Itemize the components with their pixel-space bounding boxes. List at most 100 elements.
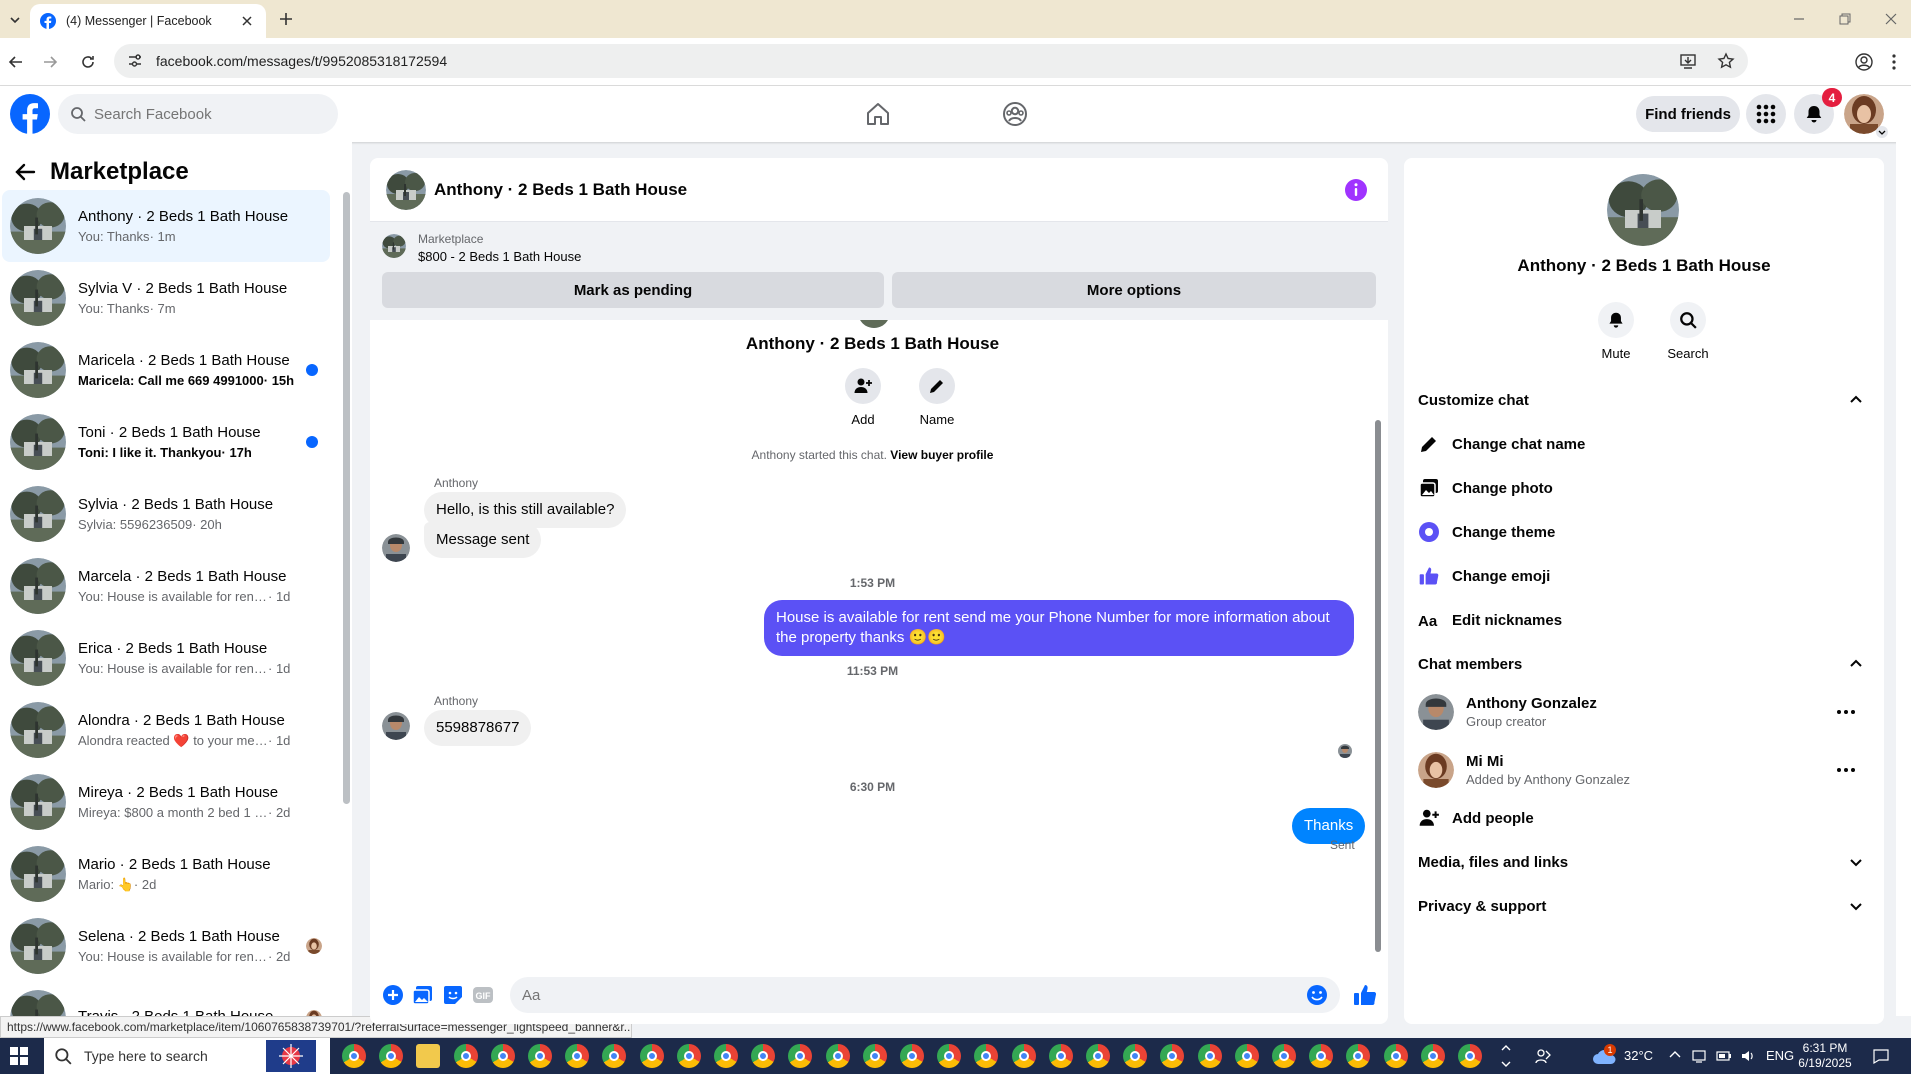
more-horizontal-icon[interactable] <box>1836 702 1856 722</box>
tab-search-chevron-icon[interactable] <box>2 8 28 32</box>
notification-center-icon[interactable] <box>1872 1047 1890 1065</box>
find-friends-button[interactable]: Find friends <box>1636 96 1740 132</box>
new-tab-plus-icon[interactable] <box>276 9 296 29</box>
info-icon[interactable] <box>1344 178 1368 202</box>
change-photo-item[interactable]: Change photo <box>1418 468 1870 508</box>
tray-chevron-up-icon[interactable] <box>1668 1048 1682 1062</box>
chrome-window-icon[interactable] <box>379 1044 404 1068</box>
view-buyer-profile-link[interactable]: View buyer profile <box>890 448 993 462</box>
chrome-window-icon[interactable] <box>1458 1044 1482 1068</box>
chrome-window-icon[interactable] <box>900 1044 924 1068</box>
back-arrow-icon[interactable] <box>12 159 38 185</box>
window-restore-icon[interactable] <box>1836 10 1854 28</box>
install-app-icon[interactable] <box>1678 51 1698 71</box>
bookmark-star-icon[interactable] <box>1716 51 1736 71</box>
name-action[interactable]: Name <box>907 368 967 427</box>
member-row[interactable]: Anthony Gonzalez Group creator <box>1418 684 1870 740</box>
search-highlight-icon[interactable] <box>266 1040 316 1072</box>
add-people-item[interactable]: Add people <box>1418 798 1870 838</box>
change-theme-item[interactable]: Change theme <box>1418 512 1870 552</box>
conversation-item[interactable]: Travis · 2 Beds 1 Bath House <box>2 982 330 1016</box>
chrome-window-icon[interactable] <box>1234 1044 1259 1068</box>
forward-arrow-icon[interactable] <box>40 52 60 72</box>
listing-thumbnail[interactable] <box>382 234 406 258</box>
facebook-search-box[interactable] <box>58 94 338 134</box>
facebook-search-input[interactable] <box>94 105 314 123</box>
customize-chat-section[interactable]: Customize chat <box>1418 380 1870 420</box>
change-chat-name-item[interactable]: Change chat name <box>1418 424 1870 464</box>
plus-circle-icon[interactable] <box>381 983 405 1007</box>
conversation-item[interactable]: Anthony · 2 Beds 1 Bath House You: Thanks… <box>2 190 330 262</box>
thumbs-up-icon[interactable] <box>1352 982 1378 1008</box>
network-icon[interactable] <box>1692 1048 1708 1064</box>
change-emoji-item[interactable]: Change emoji <box>1418 556 1870 596</box>
tab-close-icon[interactable] <box>238 12 256 30</box>
privacy-support-section[interactable]: Privacy & support <box>1418 886 1870 926</box>
taskbar-clock[interactable]: 6:31 PM 6/19/2025 <box>1790 1041 1860 1071</box>
message-bubble-outgoing[interactable]: House is available for rent send me your… <box>764 600 1354 656</box>
volume-icon[interactable] <box>1740 1048 1756 1064</box>
file-explorer-icon[interactable] <box>416 1044 441 1068</box>
conversation-item[interactable]: Mireya · 2 Beds 1 Bath House Mireya: $800… <box>2 766 330 838</box>
message-bubble-incoming[interactable]: Message sent <box>424 522 542 558</box>
message-bubble-incoming[interactable]: 5598878677 <box>424 710 532 746</box>
chat-avatar[interactable] <box>386 170 426 210</box>
site-settings-icon[interactable] <box>126 52 144 70</box>
browser-menu-icon[interactable] <box>1884 52 1904 72</box>
chrome-window-icon[interactable] <box>565 1044 590 1068</box>
chrome-window-icon[interactable] <box>714 1044 738 1068</box>
chrome-window-icon[interactable] <box>1309 1044 1334 1068</box>
windows-start-icon[interactable] <box>10 1047 28 1065</box>
left-scrollbar[interactable] <box>343 192 350 804</box>
chrome-window-icon[interactable] <box>676 1044 701 1068</box>
conversation-item[interactable]: Maricela · 2 Beds 1 Bath House Maricela: … <box>2 334 330 406</box>
back-arrow-icon[interactable] <box>6 52 26 72</box>
conversation-item[interactable]: Toni · 2 Beds 1 Bath House Toni: I like i… <box>2 406 330 478</box>
chrome-window-icon[interactable] <box>862 1044 887 1068</box>
chrome-window-icon[interactable] <box>639 1044 664 1068</box>
chrome-window-icon[interactable] <box>974 1044 999 1068</box>
chrome-window-icon[interactable] <box>453 1044 478 1068</box>
message-input-box[interactable] <box>510 977 1340 1013</box>
menu-button[interactable] <box>1746 94 1786 134</box>
chrome-window-icon[interactable] <box>937 1044 962 1068</box>
chrome-window-icon[interactable] <box>1086 1044 1110 1068</box>
chrome-window-icon[interactable] <box>528 1044 552 1068</box>
conversation-item[interactable]: Sylvia V · 2 Beds 1 Bath House You: Thank… <box>2 262 330 334</box>
conversation-item[interactable]: Selena · 2 Beds 1 Bath House You: House i… <box>2 910 330 982</box>
conversation-item[interactable]: Marcela · 2 Beds 1 Bath House You: House … <box>2 550 330 622</box>
chat-scrollbar[interactable] <box>1375 420 1381 952</box>
groups-icon[interactable] <box>1001 100 1029 128</box>
chrome-window-icon[interactable] <box>490 1044 515 1068</box>
emoji-icon[interactable] <box>1306 984 1328 1006</box>
mark-as-pending-button[interactable]: Mark as pending <box>382 272 884 308</box>
facebook-logo-icon[interactable] <box>10 94 50 134</box>
media-files-links-section[interactable]: Media, files and links <box>1418 842 1870 882</box>
chrome-window-icon[interactable] <box>602 1044 627 1068</box>
chat-title[interactable]: Anthony · 2 Beds 1 Bath House <box>434 180 687 200</box>
chrome-window-icon[interactable] <box>1272 1044 1296 1068</box>
chrome-window-icon[interactable] <box>342 1044 366 1068</box>
chrome-window-icon[interactable] <box>1383 1044 1408 1068</box>
chat-members-section[interactable]: Chat members <box>1418 644 1870 684</box>
message-input[interactable] <box>522 986 1306 1004</box>
weather-temperature[interactable]: 32°C <box>1624 1048 1653 1063</box>
add-action[interactable]: Add <box>833 368 893 427</box>
chrome-window-icon[interactable] <box>1346 1044 1371 1068</box>
member-row[interactable]: Mi Mi Added by Anthony Gonzalez <box>1418 742 1870 798</box>
battery-icon[interactable] <box>1716 1048 1732 1064</box>
account-chevron-icon[interactable] <box>1876 126 1888 138</box>
sticker-icon[interactable] <box>441 983 465 1007</box>
chrome-window-icon[interactable] <box>825 1044 850 1068</box>
chrome-window-icon[interactable] <box>1197 1044 1222 1068</box>
conversation-item[interactable]: Mario · 2 Beds 1 Bath House Mario: 👆 · 2d <box>2 838 330 910</box>
conversation-item[interactable]: Sylvia · 2 Beds 1 Bath House Sylvia: 5596… <box>2 478 330 550</box>
home-icon[interactable] <box>864 100 892 128</box>
conversation-item[interactable]: Alondra · 2 Beds 1 Bath House Alondra rea… <box>2 694 330 766</box>
search-action[interactable]: Search <box>1658 302 1718 361</box>
browser-tab-messenger[interactable]: (4) Messenger | Facebook <box>30 4 266 38</box>
address-bar[interactable]: facebook.com/messages/t/9952085318172594 <box>114 44 1748 78</box>
reload-icon[interactable] <box>78 52 98 72</box>
chrome-window-icon[interactable] <box>788 1044 813 1068</box>
chrome-window-icon[interactable] <box>1420 1044 1445 1068</box>
